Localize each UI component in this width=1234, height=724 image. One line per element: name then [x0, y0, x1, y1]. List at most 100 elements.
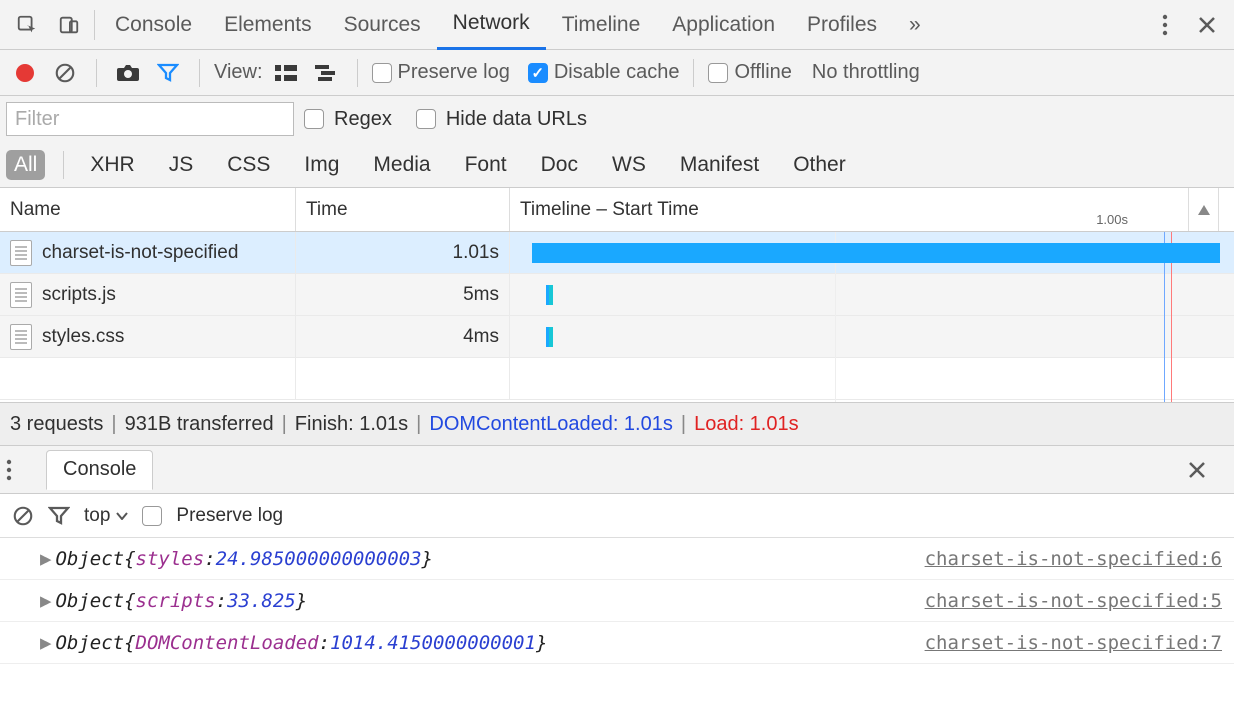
console-preserve-log-checkbox[interactable] — [142, 506, 162, 526]
table-row[interactable]: charset-is-not-specified1.01s — [0, 232, 1234, 274]
tab-profiles[interactable]: Profiles — [791, 0, 893, 50]
divider — [693, 59, 694, 87]
expand-icon[interactable]: ▶ — [40, 590, 51, 612]
record-button[interactable] — [8, 56, 42, 90]
tab-console[interactable]: Console — [99, 0, 208, 50]
divider — [96, 59, 97, 87]
regex-checkbox[interactable] — [304, 109, 324, 129]
expand-icon[interactable]: ▶ — [40, 548, 51, 570]
console-preserve-log-label[interactable]: Preserve log — [176, 505, 283, 527]
chevron-down-icon — [116, 512, 128, 520]
col-time[interactable]: Time — [296, 188, 510, 231]
scrollbar-gutter — [1218, 188, 1234, 231]
console-message[interactable]: ▶Object {DOMContentLoaded: 1014.41500000… — [0, 622, 1234, 664]
disable-cache-checkbox[interactable] — [528, 63, 548, 83]
col-name[interactable]: Name — [0, 188, 296, 231]
tab-timeline[interactable]: Timeline — [546, 0, 657, 50]
cell-time: 5ms — [296, 274, 510, 315]
console-output: ▶Object {styles: 24.985000000000003}char… — [0, 538, 1234, 664]
console-message[interactable]: ▶Object {scripts: 33.825}charset-is-not-… — [0, 580, 1234, 622]
drawer-tab-console[interactable]: Console — [46, 450, 153, 490]
divider — [357, 59, 358, 87]
type-other[interactable]: Other — [785, 150, 854, 180]
preserve-log-checkbox[interactable] — [372, 63, 392, 83]
file-name: charset-is-not-specified — [42, 242, 238, 264]
object-value: 1014.4150000000001 — [330, 632, 536, 654]
object-key: DOMContentLoaded — [136, 632, 319, 654]
type-js[interactable]: JS — [161, 150, 202, 180]
capture-screenshots-icon[interactable] — [111, 56, 145, 90]
tab-application[interactable]: Application — [656, 0, 791, 50]
object-label: Object — [55, 590, 124, 612]
network-table-body: charset-is-not-specified1.01sscripts.js5… — [0, 232, 1234, 402]
filter-bar: Regex Hide data URLs — [0, 96, 1234, 142]
col-timeline-label: Timeline – Start Time — [520, 199, 699, 221]
timing-bar — [546, 285, 553, 305]
kebab-menu-icon[interactable] — [1144, 0, 1186, 50]
drawer-kebab-icon[interactable] — [6, 459, 40, 481]
view-label: View: — [214, 61, 263, 84]
devtools-tabs: ConsoleElementsSourcesNetworkTimelineApp… — [0, 0, 1234, 50]
hide-data-urls-checkbox[interactable] — [416, 109, 436, 129]
type-img[interactable]: Img — [296, 150, 347, 180]
message-source[interactable]: charset-is-not-specified:6 — [925, 548, 1222, 570]
message-source[interactable]: charset-is-not-specified:5 — [925, 590, 1222, 612]
file-name: styles.css — [42, 326, 124, 348]
cell-timeline — [510, 316, 1234, 357]
col-timeline[interactable]: Timeline – Start Time 1.00s — [510, 188, 1188, 231]
type-font[interactable]: Font — [457, 150, 515, 180]
object-label: Object — [55, 548, 124, 570]
type-manifest[interactable]: Manifest — [672, 150, 767, 180]
clear-button[interactable] — [48, 56, 82, 90]
console-clear-icon[interactable] — [12, 505, 34, 527]
tab-sources[interactable]: Sources — [328, 0, 437, 50]
tabs-overflow[interactable]: » — [893, 0, 937, 50]
expand-icon[interactable]: ▶ — [40, 632, 51, 654]
close-devtools-icon[interactable] — [1186, 0, 1228, 50]
file-icon — [10, 324, 32, 350]
tab-elements[interactable]: Elements — [208, 0, 328, 50]
offline-checkbox[interactable] — [708, 63, 728, 83]
network-toolbar: View: Preserve log Disable cache Offline… — [0, 50, 1234, 96]
console-context-select[interactable]: top — [84, 505, 128, 527]
type-css[interactable]: CSS — [219, 150, 278, 180]
disable-cache-label[interactable]: Disable cache — [554, 61, 680, 84]
timeline-scale: 1.00s — [1096, 212, 1128, 227]
large-rows-icon[interactable] — [269, 56, 303, 90]
type-media[interactable]: Media — [365, 150, 438, 180]
filter-icon[interactable] — [151, 56, 185, 90]
type-ws[interactable]: WS — [604, 150, 654, 180]
object-value: 33.825 — [227, 590, 296, 612]
waterfall-view-icon[interactable] — [309, 56, 343, 90]
object-label: Object — [55, 632, 124, 654]
cell-timeline — [510, 274, 1234, 315]
console-message[interactable]: ▶Object {styles: 24.985000000000003}char… — [0, 538, 1234, 580]
type-all[interactable]: All — [6, 150, 45, 180]
inspect-icon[interactable] — [6, 0, 48, 50]
type-doc[interactable]: Doc — [533, 150, 586, 180]
type-xhr[interactable]: XHR — [82, 150, 142, 180]
cell-name: charset-is-not-specified — [0, 232, 296, 273]
throttling-select[interactable]: No throttling — [812, 61, 920, 84]
offline-label[interactable]: Offline — [734, 61, 791, 84]
cell-time: 4ms — [296, 316, 510, 357]
device-mode-icon[interactable] — [48, 0, 90, 50]
filter-input[interactable] — [6, 102, 294, 136]
table-row-empty — [0, 358, 1234, 400]
table-row[interactable]: scripts.js5ms — [0, 274, 1234, 316]
timing-bar — [532, 243, 1220, 263]
cell-name: styles.css — [0, 316, 296, 357]
hide-data-urls-label[interactable]: Hide data URLs — [446, 108, 587, 131]
table-row[interactable]: styles.css 4ms — [0, 316, 1234, 358]
sort-indicator[interactable] — [1188, 188, 1218, 231]
summary-requests: 3 requests — [10, 413, 103, 436]
drawer-close-icon[interactable] — [1188, 461, 1228, 479]
tab-network[interactable]: Network — [437, 0, 546, 50]
network-table-header: Name Time Timeline – Start Time 1.00s — [0, 188, 1234, 232]
message-source[interactable]: charset-is-not-specified:7 — [925, 632, 1222, 654]
regex-label[interactable]: Regex — [334, 108, 392, 131]
console-filter-icon[interactable] — [48, 506, 70, 526]
resource-type-filter: All XHR JS CSS Img Media Font Doc WS Man… — [0, 142, 1234, 188]
preserve-log-label[interactable]: Preserve log — [398, 61, 510, 84]
cell-name: scripts.js — [0, 274, 296, 315]
